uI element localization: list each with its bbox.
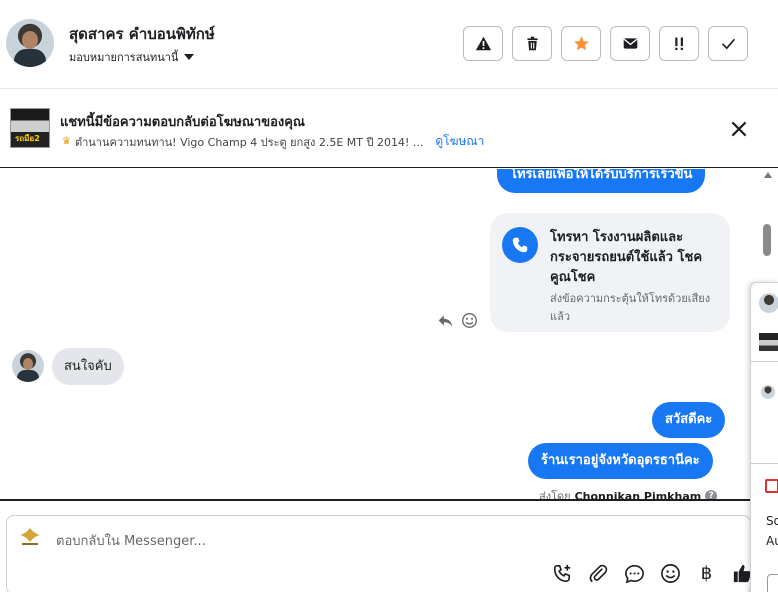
scroll-up-arrow-icon[interactable] [764,172,772,178]
conversation-header: สุดสาคร คำบอนพิทักษ์ มอบหมายการสนทนานี้ [0,0,778,89]
ad-banner-subtitle: ♛ ตำนานความทนทาน! Vigo Champ 4 ประตู ยกส… [62,132,484,151]
attachment-icon[interactable] [587,562,610,585]
panel-button[interactable] [767,574,778,592]
trash-icon [526,36,538,51]
sent-by-info: ส่งโดย Chonnikan Pimkham ? [539,487,718,501]
outgoing-message[interactable]: โทรเลยเพื่อให้ได้รับบริการเร็วขึ้น [497,169,706,193]
call-card-subtitle: ส่งข้อความกระตุ้นให้โทรด้วยเสียงแล้ว [550,292,711,323]
call-card-title: โทรหา โรงงานผลิตและกระจายรถยนต์ใช้แล้ว โ… [550,230,703,285]
follow-up-button[interactable] [659,26,699,61]
ad-reply-banner: รถมือ2 แชทนี้มีข้อความตอบกลับต่อโฆษณาของ… [0,90,778,168]
ad-thumbnail-tag: รถมือ2 [15,134,40,143]
panel-avatar-small [761,385,775,399]
assign-conversation-dropdown[interactable]: มอบหมายการสนทนานี้ [69,48,195,66]
composer-toolbar: ฿ [551,562,754,585]
inbox-conversation: สุดสาคร คำบอนพิทักษ์ มอบหมายการสนทนานี้ [0,0,778,592]
panel-text-1: So [766,514,778,528]
panel-divider [751,361,778,362]
reply-input[interactable]: ตอบกลับใน Messenger... [56,530,206,551]
priority-icon [674,37,683,50]
ad-text: ตำนานความทนทาน! Vigo Champ 4 ประตู ยกสูง… [74,135,424,149]
star-button[interactable] [561,26,601,61]
calendar-icon [765,479,778,493]
sent-by-name: Chonnikan Pimkham [574,489,702,501]
check-icon [721,38,735,50]
header-actions [463,26,748,61]
chat-icon[interactable] [623,562,646,585]
page-logo-icon [20,528,40,545]
side-conversation-panel[interactable]: So Au [750,282,778,592]
view-ad-link[interactable]: ดูโฆษณา [435,132,484,151]
emoji-reaction-icon[interactable] [461,312,478,329]
help-icon[interactable]: ? [705,490,718,499]
mark-unread-button[interactable] [610,26,650,61]
panel-card: So Au [751,463,778,592]
reply-icon[interactable] [437,312,454,329]
emoji-icon[interactable] [659,562,682,585]
mail-icon [623,38,637,49]
outgoing-message[interactable]: สวัสดีคะ [652,402,726,438]
scrollbar-thumb[interactable] [763,224,771,256]
star-icon [573,36,589,51]
contact-avatar-small [12,350,44,382]
sent-by-label: ส่งโดย [539,490,571,501]
call-request-card[interactable]: โทรหา โรงงานผลิตและกระจายรถยนต์ใช้แล้ว โ… [490,213,730,332]
chevron-down-icon [184,54,195,60]
mark-done-button[interactable] [708,26,748,61]
crown-icon: ♛ [62,136,71,147]
add-call-icon[interactable] [551,562,574,585]
incoming-message[interactable]: สนใจคับ [52,348,124,385]
message-thread[interactable]: โทรเลยเพื่อให้ได้รับบริการเร็วขึ้น โทรหา… [0,169,776,501]
ad-thumbnail[interactable]: รถมือ2 [10,108,50,148]
panel-ad-thumbnail[interactable] [759,333,778,351]
delete-button[interactable] [512,26,552,61]
baht-icon[interactable]: ฿ [695,563,718,584]
outgoing-message[interactable]: ร้านเราอยู่จังหวัดอุดรธานีคะ [528,443,713,479]
ad-banner-title: แชทนี้มีข้อความตอบกลับต่อโฆษณาของคุณ [60,115,305,130]
warning-icon [475,36,491,51]
panel-avatar[interactable] [759,293,778,313]
assign-label: มอบหมายการสนทนานี้ [69,51,179,64]
panel-text-2: Au [766,534,778,548]
contact-avatar[interactable] [6,19,54,67]
report-spam-button[interactable] [463,26,503,61]
phone-icon [502,227,538,263]
contact-name[interactable]: สุดสาคร คำบอนพิทักษ์ [69,22,215,46]
message-actions [437,312,478,329]
close-icon[interactable] [728,118,750,140]
message-composer[interactable]: ตอบกลับใน Messenger... ฿ [6,515,754,592]
